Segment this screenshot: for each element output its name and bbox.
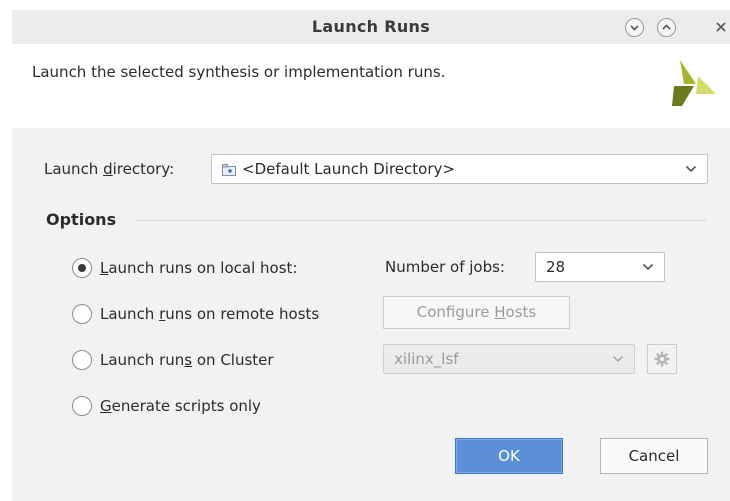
launch-runs-dialog: Launch Runs Launch the selected synthesi… bbox=[0, 0, 730, 501]
dialog-description: Launch the selected synthesis or impleme… bbox=[32, 63, 446, 81]
maximize-button[interactable] bbox=[657, 18, 676, 37]
radio-cluster-label: Launch runs on Cluster bbox=[100, 351, 274, 369]
radio-cluster[interactable]: Launch runs on Cluster bbox=[72, 348, 372, 372]
title-bar: Launch Runs bbox=[12, 10, 730, 44]
options-divider bbox=[136, 220, 706, 221]
chevron-down-icon bbox=[685, 165, 697, 173]
configure-hosts-button[interactable]: Configure Hosts bbox=[383, 296, 570, 329]
launch-directory-value: <Default Launch Directory> bbox=[242, 160, 455, 178]
chevron-down-icon bbox=[642, 263, 654, 271]
radio-generate-scripts-label: Generate scripts only bbox=[100, 397, 261, 415]
number-of-jobs-value: 28 bbox=[546, 258, 566, 276]
gear-icon bbox=[654, 351, 670, 367]
chevron-down-icon bbox=[612, 355, 624, 363]
chevron-down-icon bbox=[630, 25, 639, 31]
minimize-button[interactable] bbox=[625, 18, 644, 37]
radio-remote-hosts-button[interactable] bbox=[72, 304, 92, 324]
dialog-header: Launch the selected synthesis or impleme… bbox=[12, 44, 730, 128]
folder-icon bbox=[222, 164, 236, 176]
radio-cluster-button[interactable] bbox=[72, 350, 92, 370]
radio-generate-scripts[interactable]: Generate scripts only bbox=[72, 394, 372, 418]
radio-remote-hosts[interactable]: Launch runs on remote hosts bbox=[72, 302, 372, 326]
vivado-logo-icon bbox=[672, 60, 716, 106]
close-icon bbox=[716, 22, 726, 32]
radio-local-host[interactable]: Launch runs on local host: bbox=[72, 256, 372, 280]
close-button[interactable] bbox=[712, 18, 730, 37]
number-of-jobs-combo[interactable]: 28 bbox=[535, 252, 665, 282]
options-section-title: Options bbox=[46, 210, 117, 229]
dialog-body: Launch directory: <Default Launch Direct… bbox=[12, 128, 730, 501]
launch-directory-combo[interactable]: <Default Launch Directory> bbox=[211, 154, 708, 184]
launch-directory-label: Launch directory: bbox=[44, 160, 175, 178]
radio-generate-scripts-button[interactable] bbox=[72, 396, 92, 416]
radio-local-host-button[interactable] bbox=[72, 258, 92, 278]
chevron-up-icon bbox=[662, 24, 671, 30]
cancel-button[interactable]: Cancel bbox=[600, 438, 708, 474]
cluster-combo[interactable]: xilinx_lsf bbox=[383, 344, 635, 374]
radio-remote-hosts-label: Launch runs on remote hosts bbox=[100, 305, 320, 323]
cluster-settings-button[interactable] bbox=[647, 344, 677, 374]
dialog-title: Launch Runs bbox=[311, 17, 431, 36]
ok-button[interactable]: OK bbox=[455, 438, 563, 474]
radio-local-host-label: Launch runs on local host: bbox=[100, 259, 298, 277]
number-of-jobs-label: Number of jobs: bbox=[385, 258, 505, 276]
cluster-value: xilinx_lsf bbox=[394, 350, 459, 368]
